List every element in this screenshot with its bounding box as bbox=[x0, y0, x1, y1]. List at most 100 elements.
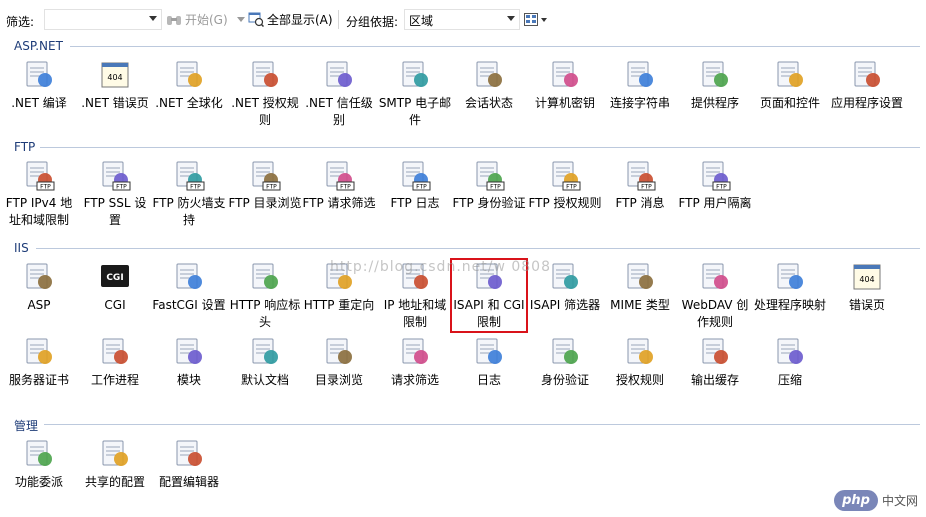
authentication-icon bbox=[548, 335, 582, 369]
feature-tile-net-error-page[interactable]: 404 .NET 错误页 bbox=[78, 58, 152, 112]
feature-label: 服务器证书 bbox=[8, 373, 69, 387]
feature-label: 请求筛选 bbox=[390, 373, 439, 387]
feature-label: .NET 授权规则 bbox=[231, 96, 299, 127]
feature-tile-pages-controls[interactable]: 页面和控件 bbox=[753, 58, 827, 112]
svg-text:FTP: FTP bbox=[416, 184, 427, 191]
feature-tile-ftp-authz[interactable]: FTP FTP 授权规则 bbox=[528, 158, 602, 212]
feature-tile-ftp-auth[interactable]: FTP FTP 身份验证 bbox=[452, 158, 526, 212]
asp-icon bbox=[22, 260, 56, 294]
feature-label: 提供程序 bbox=[690, 96, 739, 110]
feature-label: HTTP 重定向 bbox=[303, 298, 375, 312]
ftp-request-filter-icon: FTP bbox=[322, 158, 356, 192]
feature-tile-handler-mapping[interactable]: 处理程序映射 bbox=[753, 260, 827, 314]
feature-tile-dir-browse[interactable]: 目录浏览 bbox=[302, 335, 376, 389]
svg-text:CGI: CGI bbox=[106, 273, 123, 283]
show-all-button[interactable]: 全部显示(A) bbox=[248, 9, 333, 30]
machine-key-icon bbox=[548, 58, 582, 92]
feature-tile-output-cache[interactable]: 输出缓存 bbox=[678, 335, 752, 389]
feature-label: ASP bbox=[27, 298, 51, 312]
feature-tile-compression[interactable]: 压缩 bbox=[753, 335, 827, 389]
feature-tile-authentication[interactable]: 身份验证 bbox=[528, 335, 602, 389]
feature-tile-logging[interactable]: 日志 bbox=[452, 335, 526, 389]
toolbar-divider bbox=[338, 10, 339, 29]
feature-tile-ftp-log[interactable]: FTP FTP 日志 bbox=[378, 158, 452, 212]
feature-label: SMTP 电子邮件 bbox=[378, 96, 452, 127]
group-divider bbox=[36, 248, 920, 249]
ftp-auth-icon: FTP bbox=[472, 158, 506, 192]
feature-tile-smtp[interactable]: SMTP 电子邮件 bbox=[378, 58, 452, 129]
feature-tile-ftp-dir-browse[interactable]: FTP FTP 目录浏览 bbox=[228, 158, 302, 212]
feature-tile-config-editor[interactable]: 配置编辑器 bbox=[152, 437, 226, 491]
feature-label: 应用程序设置 bbox=[830, 96, 903, 110]
svg-text:FTP: FTP bbox=[340, 184, 351, 191]
feature-tile-ftp-message[interactable]: FTP FTP 消息 bbox=[603, 158, 677, 212]
group-by-select[interactable]: 区域 bbox=[404, 9, 520, 30]
feature-label: .NET 编译 bbox=[11, 96, 67, 110]
feature-tile-auth-rules[interactable]: .NET 授权规则 bbox=[228, 58, 302, 129]
feature-label: .NET 错误页 bbox=[81, 96, 149, 110]
feature-tile-trust-level[interactable]: .NET 信任级别 bbox=[302, 58, 376, 129]
feature-tile-mime[interactable]: MIME 类型 bbox=[603, 260, 677, 314]
feature-tile-certificate[interactable]: 服务器证书 bbox=[2, 335, 76, 389]
feature-tile-authorization[interactable]: 授权规则 bbox=[603, 335, 677, 389]
feature-label: 连接字符串 bbox=[609, 96, 670, 110]
view-mode-button[interactable] bbox=[524, 9, 547, 30]
feature-tile-ftp-user-isolation[interactable]: FTP FTP 用户隔离 bbox=[678, 158, 752, 212]
error-page-icon: 404 bbox=[850, 260, 884, 294]
feature-label: FTP IPv4 地址和域限制 bbox=[5, 196, 73, 227]
php-logo: php bbox=[834, 490, 878, 511]
feature-label: 错误页 bbox=[848, 298, 885, 312]
svg-text:FTP: FTP bbox=[566, 184, 577, 191]
svg-text:FTP: FTP bbox=[190, 184, 201, 191]
filter-input[interactable] bbox=[44, 9, 162, 30]
smtp-icon bbox=[398, 58, 432, 92]
feature-label: MIME 类型 bbox=[610, 298, 670, 312]
feature-tile-http-headers[interactable]: HTTP 响应标头 bbox=[228, 260, 302, 331]
feature-tile-shared-config[interactable]: 共享的配置 bbox=[78, 437, 152, 491]
chevron-down-icon bbox=[149, 16, 157, 21]
feature-tile-ftp-ip[interactable]: FTP FTP IPv4 地址和域限制 bbox=[2, 158, 76, 229]
feature-tile-ftp-ssl[interactable]: FTP FTP SSL 设置 bbox=[78, 158, 152, 229]
group-divider bbox=[40, 147, 920, 148]
feature-tile-globe[interactable]: .NET 全球化 bbox=[152, 58, 226, 112]
ftp-authz-icon: FTP bbox=[548, 158, 582, 192]
feature-tile-default-doc[interactable]: 默认文档 bbox=[228, 335, 302, 389]
start-button[interactable]: 开始(G) bbox=[166, 9, 228, 30]
feature-tile-feature-delegation[interactable]: 功能委派 bbox=[2, 437, 76, 491]
feature-tile-request-filter[interactable]: 请求筛选 bbox=[378, 335, 452, 389]
feature-tile-cgi[interactable]: CGI CGI bbox=[78, 260, 152, 314]
config-editor-icon bbox=[172, 437, 206, 471]
brand-logo: php 中文网 bbox=[834, 490, 918, 511]
webdav-icon bbox=[698, 260, 732, 294]
feature-label: 输出缓存 bbox=[690, 373, 739, 387]
feature-label: FTP 消息 bbox=[615, 196, 665, 210]
feature-tile-session-state[interactable]: 会话状态 bbox=[452, 58, 526, 112]
feature-tile-ftp-firewall[interactable]: FTP FTP 防火墙支持 bbox=[152, 158, 226, 229]
start-label: 开始(G) bbox=[185, 13, 228, 27]
show-all-icon bbox=[248, 12, 264, 27]
feature-tile-ftp-request-filter[interactable]: FTP FTP 请求筛选 bbox=[302, 158, 376, 212]
feature-tile-error-page[interactable]: 404 错误页 bbox=[830, 260, 904, 314]
feature-label: 身份验证 bbox=[540, 373, 589, 387]
net-error-page-icon: 404 bbox=[98, 58, 132, 92]
ftp-log-icon: FTP bbox=[398, 158, 432, 192]
feature-tile-connection-string[interactable]: 连接字符串 bbox=[603, 58, 677, 112]
feature-label: FTP 请求筛选 bbox=[302, 196, 376, 210]
chevron-down-icon[interactable] bbox=[237, 17, 245, 22]
feature-tile-fastcgi[interactable]: FastCGI 设置 bbox=[152, 260, 226, 314]
feature-label: 会话状态 bbox=[464, 96, 513, 110]
http-headers-icon bbox=[248, 260, 282, 294]
logging-icon bbox=[472, 335, 506, 369]
feature-tile-asp[interactable]: ASP bbox=[2, 260, 76, 314]
feature-label: FTP 用户隔离 bbox=[678, 196, 752, 210]
feature-tile-net-compile[interactable]: .NET 编译 bbox=[2, 58, 76, 112]
group-title-ftp: FTP bbox=[14, 140, 36, 154]
globe-icon bbox=[172, 58, 206, 92]
feature-tile-modules[interactable]: 模块 bbox=[152, 335, 226, 389]
feature-tile-app-settings[interactable]: 应用程序设置 bbox=[830, 58, 904, 112]
feature-tile-webdav[interactable]: WebDAV 创作规则 bbox=[678, 260, 752, 331]
feature-tile-providers[interactable]: 提供程序 bbox=[678, 58, 752, 112]
feature-tile-machine-key[interactable]: 计算机密钥 bbox=[528, 58, 602, 112]
feature-tile-worker-process[interactable]: 工作进程 bbox=[78, 335, 152, 389]
feature-label: 模块 bbox=[176, 373, 201, 387]
